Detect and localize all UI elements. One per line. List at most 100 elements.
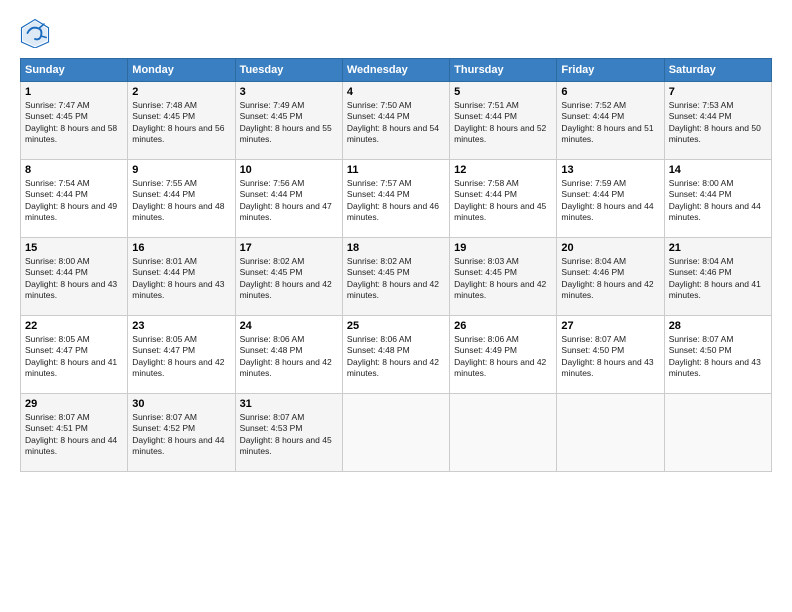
- weekday-header: Sunday: [21, 59, 128, 82]
- calendar-day-cell: 31 Sunrise: 8:07 AMSunset: 4:53 PMDaylig…: [235, 394, 342, 472]
- day-content: Sunrise: 7:57 AMSunset: 4:44 PMDaylight:…: [347, 178, 445, 224]
- calendar-week-row: 15 Sunrise: 8:00 AMSunset: 4:44 PMDaylig…: [21, 238, 772, 316]
- calendar-day-cell: 2 Sunrise: 7:48 AMSunset: 4:45 PMDayligh…: [128, 82, 235, 160]
- day-number: 9: [132, 164, 230, 176]
- calendar-day-cell: 23 Sunrise: 8:05 AMSunset: 4:47 PMDaylig…: [128, 316, 235, 394]
- day-number: 3: [240, 86, 338, 98]
- calendar-week-row: 1 Sunrise: 7:47 AMSunset: 4:45 PMDayligh…: [21, 82, 772, 160]
- day-content: Sunrise: 8:02 AMSunset: 4:45 PMDaylight:…: [347, 256, 445, 302]
- day-number: 15: [25, 242, 123, 254]
- day-number: 19: [454, 242, 552, 254]
- calendar-day-cell: 29 Sunrise: 8:07 AMSunset: 4:51 PMDaylig…: [21, 394, 128, 472]
- day-number: 30: [132, 398, 230, 410]
- header: [20, 18, 772, 48]
- calendar-day-cell: 3 Sunrise: 7:49 AMSunset: 4:45 PMDayligh…: [235, 82, 342, 160]
- day-content: Sunrise: 7:58 AMSunset: 4:44 PMDaylight:…: [454, 178, 552, 224]
- day-content: Sunrise: 8:00 AMSunset: 4:44 PMDaylight:…: [25, 256, 123, 302]
- day-number: 22: [25, 320, 123, 332]
- logo: [20, 18, 54, 48]
- day-number: 12: [454, 164, 552, 176]
- weekday-header: Monday: [128, 59, 235, 82]
- calendar-day-cell: 5 Sunrise: 7:51 AMSunset: 4:44 PMDayligh…: [450, 82, 557, 160]
- day-number: 20: [561, 242, 659, 254]
- calendar-day-cell: 10 Sunrise: 7:56 AMSunset: 4:44 PMDaylig…: [235, 160, 342, 238]
- day-number: 2: [132, 86, 230, 98]
- day-content: Sunrise: 7:55 AMSunset: 4:44 PMDaylight:…: [132, 178, 230, 224]
- day-number: 18: [347, 242, 445, 254]
- calendar-day-cell: 1 Sunrise: 7:47 AMSunset: 4:45 PMDayligh…: [21, 82, 128, 160]
- calendar-day-cell: 9 Sunrise: 7:55 AMSunset: 4:44 PMDayligh…: [128, 160, 235, 238]
- calendar-day-cell: 13 Sunrise: 7:59 AMSunset: 4:44 PMDaylig…: [557, 160, 664, 238]
- calendar-day-cell: 27 Sunrise: 8:07 AMSunset: 4:50 PMDaylig…: [557, 316, 664, 394]
- day-content: Sunrise: 8:04 AMSunset: 4:46 PMDaylight:…: [561, 256, 659, 302]
- calendar-day-cell: 14 Sunrise: 8:00 AMSunset: 4:44 PMDaylig…: [664, 160, 771, 238]
- calendar-body: 1 Sunrise: 7:47 AMSunset: 4:45 PMDayligh…: [21, 82, 772, 472]
- day-content: Sunrise: 8:06 AMSunset: 4:49 PMDaylight:…: [454, 334, 552, 380]
- calendar-day-cell: 21 Sunrise: 8:04 AMSunset: 4:46 PMDaylig…: [664, 238, 771, 316]
- day-content: Sunrise: 7:47 AMSunset: 4:45 PMDaylight:…: [25, 100, 123, 146]
- day-number: 26: [454, 320, 552, 332]
- day-number: 16: [132, 242, 230, 254]
- weekday-header: Thursday: [450, 59, 557, 82]
- day-content: Sunrise: 7:54 AMSunset: 4:44 PMDaylight:…: [25, 178, 123, 224]
- day-content: Sunrise: 8:07 AMSunset: 4:50 PMDaylight:…: [669, 334, 767, 380]
- day-number: 13: [561, 164, 659, 176]
- day-number: 10: [240, 164, 338, 176]
- day-number: 5: [454, 86, 552, 98]
- weekday-header: Friday: [557, 59, 664, 82]
- calendar-day-cell: 18 Sunrise: 8:02 AMSunset: 4:45 PMDaylig…: [342, 238, 449, 316]
- calendar-day-cell: 6 Sunrise: 7:52 AMSunset: 4:44 PMDayligh…: [557, 82, 664, 160]
- day-content: Sunrise: 7:59 AMSunset: 4:44 PMDaylight:…: [561, 178, 659, 224]
- calendar-day-cell: 15 Sunrise: 8:00 AMSunset: 4:44 PMDaylig…: [21, 238, 128, 316]
- calendar-week-row: 29 Sunrise: 8:07 AMSunset: 4:51 PMDaylig…: [21, 394, 772, 472]
- calendar-day-cell: 22 Sunrise: 8:05 AMSunset: 4:47 PMDaylig…: [21, 316, 128, 394]
- weekday-header: Saturday: [664, 59, 771, 82]
- calendar-day-cell: 28 Sunrise: 8:07 AMSunset: 4:50 PMDaylig…: [664, 316, 771, 394]
- day-content: Sunrise: 8:07 AMSunset: 4:53 PMDaylight:…: [240, 412, 338, 458]
- calendar-day-cell: 30 Sunrise: 8:07 AMSunset: 4:52 PMDaylig…: [128, 394, 235, 472]
- day-content: Sunrise: 8:07 AMSunset: 4:50 PMDaylight:…: [561, 334, 659, 380]
- day-content: Sunrise: 8:04 AMSunset: 4:46 PMDaylight:…: [669, 256, 767, 302]
- day-number: 29: [25, 398, 123, 410]
- calendar-day-cell: 25 Sunrise: 8:06 AMSunset: 4:48 PMDaylig…: [342, 316, 449, 394]
- day-content: Sunrise: 7:49 AMSunset: 4:45 PMDaylight:…: [240, 100, 338, 146]
- day-number: 17: [240, 242, 338, 254]
- day-content: Sunrise: 8:06 AMSunset: 4:48 PMDaylight:…: [347, 334, 445, 380]
- day-number: 27: [561, 320, 659, 332]
- day-content: Sunrise: 7:51 AMSunset: 4:44 PMDaylight:…: [454, 100, 552, 146]
- day-content: Sunrise: 7:50 AMSunset: 4:44 PMDaylight:…: [347, 100, 445, 146]
- calendar-day-cell: 4 Sunrise: 7:50 AMSunset: 4:44 PMDayligh…: [342, 82, 449, 160]
- day-number: 4: [347, 86, 445, 98]
- day-content: Sunrise: 8:01 AMSunset: 4:44 PMDaylight:…: [132, 256, 230, 302]
- calendar-day-cell: 20 Sunrise: 8:04 AMSunset: 4:46 PMDaylig…: [557, 238, 664, 316]
- calendar-day-cell: 24 Sunrise: 8:06 AMSunset: 4:48 PMDaylig…: [235, 316, 342, 394]
- day-content: Sunrise: 7:53 AMSunset: 4:44 PMDaylight:…: [669, 100, 767, 146]
- calendar-day-cell: [557, 394, 664, 472]
- day-content: Sunrise: 7:56 AMSunset: 4:44 PMDaylight:…: [240, 178, 338, 224]
- header-row: SundayMondayTuesdayWednesdayThursdayFrid…: [21, 59, 772, 82]
- calendar-day-cell: 19 Sunrise: 8:03 AMSunset: 4:45 PMDaylig…: [450, 238, 557, 316]
- calendar-day-cell: [342, 394, 449, 472]
- day-number: 31: [240, 398, 338, 410]
- day-content: Sunrise: 8:05 AMSunset: 4:47 PMDaylight:…: [25, 334, 123, 380]
- weekday-header: Tuesday: [235, 59, 342, 82]
- day-number: 25: [347, 320, 445, 332]
- day-number: 1: [25, 86, 123, 98]
- calendar-day-cell: 17 Sunrise: 8:02 AMSunset: 4:45 PMDaylig…: [235, 238, 342, 316]
- calendar-week-row: 8 Sunrise: 7:54 AMSunset: 4:44 PMDayligh…: [21, 160, 772, 238]
- calendar-day-cell: 7 Sunrise: 7:53 AMSunset: 4:44 PMDayligh…: [664, 82, 771, 160]
- day-content: Sunrise: 7:48 AMSunset: 4:45 PMDaylight:…: [132, 100, 230, 146]
- calendar-week-row: 22 Sunrise: 8:05 AMSunset: 4:47 PMDaylig…: [21, 316, 772, 394]
- weekday-header: Wednesday: [342, 59, 449, 82]
- day-number: 23: [132, 320, 230, 332]
- logo-icon: [20, 18, 50, 48]
- calendar-day-cell: 11 Sunrise: 7:57 AMSunset: 4:44 PMDaylig…: [342, 160, 449, 238]
- day-content: Sunrise: 7:52 AMSunset: 4:44 PMDaylight:…: [561, 100, 659, 146]
- calendar-day-cell: 16 Sunrise: 8:01 AMSunset: 4:44 PMDaylig…: [128, 238, 235, 316]
- day-number: 28: [669, 320, 767, 332]
- calendar-header: SundayMondayTuesdayWednesdayThursdayFrid…: [21, 59, 772, 82]
- day-content: Sunrise: 8:00 AMSunset: 4:44 PMDaylight:…: [669, 178, 767, 224]
- calendar-table: SundayMondayTuesdayWednesdayThursdayFrid…: [20, 58, 772, 472]
- day-content: Sunrise: 8:02 AMSunset: 4:45 PMDaylight:…: [240, 256, 338, 302]
- day-number: 6: [561, 86, 659, 98]
